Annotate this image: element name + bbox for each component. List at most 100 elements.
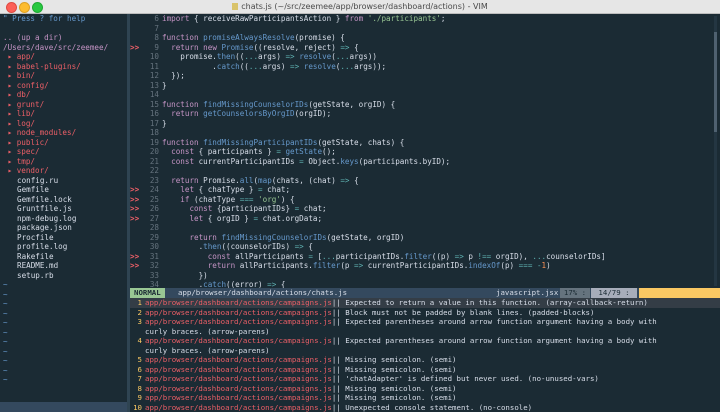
code-text[interactable]: return allParticipants.filter(p => curre… bbox=[162, 261, 551, 271]
file-icon bbox=[232, 3, 239, 10]
tree-file-item[interactable]: config.ru bbox=[0, 176, 127, 186]
line-number: 15 bbox=[149, 99, 159, 109]
tree-dir-label: vendor/ bbox=[16, 166, 49, 175]
code-text[interactable]: let { chatType } = chat; bbox=[162, 185, 290, 195]
tree-up-dir[interactable]: .. (up a dir) bbox=[0, 33, 127, 43]
code-text[interactable]: .then((counselorIDs) => { bbox=[162, 242, 313, 252]
code-line: 10 promise.then((...args) => resolve(...… bbox=[130, 52, 720, 62]
code-text[interactable]: return new Promise((resolve, reject) => … bbox=[162, 43, 359, 53]
tree-file-item[interactable]: npm-debug.log bbox=[0, 214, 127, 224]
loclist-entry[interactable]: 7 app/browser/dashboard/actions/campaigns… bbox=[130, 374, 720, 384]
tree-dir-label: config/ bbox=[16, 80, 49, 90]
code-line: 16 return getCounselorsByOrgID(orgID); bbox=[130, 109, 720, 119]
tree-dir-item[interactable]: ▸ lib/ bbox=[0, 109, 127, 119]
code-text[interactable]: return findMissingCounselorIDs(getState,… bbox=[162, 233, 404, 243]
loclist-separator: || bbox=[331, 383, 346, 393]
code-text[interactable]: import { receiveRawParticipantsAction } … bbox=[162, 14, 446, 24]
code-line: 19 function findMissingParticipantIDs(get… bbox=[130, 138, 720, 148]
code-text[interactable]: const {participantIDs} = chat; bbox=[162, 204, 326, 214]
code-text[interactable]: .catch((error) => { bbox=[162, 280, 286, 288]
code-text[interactable]: promise.then((...args) => resolve(...arg… bbox=[162, 52, 377, 62]
tree-dir-item[interactable]: ▸ app/ bbox=[0, 52, 127, 62]
tree-file-item[interactable]: Rakefile bbox=[0, 252, 127, 262]
loclist-continuation: curly braces. (arrow-parens) bbox=[145, 345, 270, 355]
loclist-number: 9 bbox=[137, 393, 142, 402]
code-text[interactable]: } bbox=[162, 119, 167, 129]
tree-file-item[interactable]: Gemfile bbox=[0, 185, 127, 195]
tree-dir-label: node_modules/ bbox=[16, 128, 77, 137]
code-line: 29 return findMissingCounselorIDs(getSta… bbox=[130, 233, 720, 243]
loclist-number: 3 bbox=[137, 317, 142, 326]
tree-file-item[interactable]: package.json bbox=[0, 223, 127, 233]
loclist-path: app/browser/dashboard/actions/campaigns.… bbox=[145, 355, 332, 364]
tree-root-path[interactable]: /Users/dave/src/zeemee/ bbox=[0, 43, 127, 53]
tree-file-item[interactable]: Gruntfile.js bbox=[0, 204, 127, 214]
nerdtree-panel[interactable]: " Press ? for help .. (up a dir) /Users/… bbox=[0, 14, 127, 412]
line-number: 6 bbox=[154, 14, 159, 23]
tree-file-item[interactable]: setup.rb bbox=[0, 271, 127, 281]
folder-icon: ▸ bbox=[3, 128, 17, 137]
tree-dir-item[interactable]: ▸ vendor/ bbox=[0, 166, 127, 176]
code-text[interactable]: } bbox=[162, 81, 167, 91]
tree-dir-item[interactable]: ▸ log/ bbox=[0, 119, 127, 129]
tree-file-list: config.ru Gemfile Gemfile.lock Gruntfile.js… bbox=[0, 176, 127, 281]
tree-dir-item[interactable]: ▸ config/ bbox=[0, 81, 127, 91]
location-list[interactable]: 1 app/browser/dashboard/actions/campaigns… bbox=[130, 298, 720, 412]
loclist-message: Expected to return a value in this funct… bbox=[345, 298, 648, 307]
loclist-entry[interactable]: 9 app/browser/dashboard/actions/campaigns… bbox=[130, 393, 720, 403]
code-text[interactable]: }) bbox=[162, 271, 208, 281]
loclist-separator: || bbox=[331, 393, 346, 402]
tree-file-item[interactable]: README.md bbox=[0, 261, 127, 271]
code-text[interactable]: return getCounselorsByOrgID(orgID); bbox=[162, 109, 331, 119]
code-text[interactable]: function promiseAlwaysResolve(promise) { bbox=[162, 33, 345, 43]
code-text[interactable]: const { participants } = getState(); bbox=[162, 147, 336, 157]
tree-dir-item[interactable]: ▸ db/ bbox=[0, 90, 127, 100]
tree-dir-label: app/ bbox=[16, 52, 36, 61]
code-editor[interactable]: 6 import { receiveRawParticipantsAction }… bbox=[130, 14, 720, 288]
tree-dir-item[interactable]: ▸ spec/ bbox=[0, 147, 127, 157]
tree-tilde: ~ bbox=[3, 337, 8, 346]
code-line: 6 import { receiveRawParticipantsAction }… bbox=[130, 14, 720, 24]
loclist-entry[interactable]: 8 app/browser/dashboard/actions/campaigns… bbox=[130, 384, 720, 394]
tree-dir-label: babel-plugins/ bbox=[16, 61, 81, 71]
code-line: >> 25 if (chatType === 'org') { bbox=[130, 195, 720, 205]
tree-file-item[interactable]: Gemfile.lock bbox=[0, 195, 127, 205]
code-line: 14 bbox=[130, 90, 720, 100]
loclist-entry[interactable]: 5 app/browser/dashboard/actions/campaigns… bbox=[130, 355, 720, 365]
code-text[interactable]: }); bbox=[162, 71, 185, 81]
loclist-entry[interactable]: 10 app/browser/dashboard/actions/campaign… bbox=[130, 403, 720, 412]
code-text[interactable]: .catch((...args) => resolve(...args)); bbox=[162, 62, 386, 72]
tree-file-item[interactable]: Procfile bbox=[0, 233, 127, 243]
tree-file-item[interactable]: profile.log bbox=[0, 242, 127, 252]
loclist-entry[interactable]: 4 app/browser/dashboard/actions/campaigns… bbox=[130, 336, 720, 346]
code-text[interactable]: const currentParticipantIDs = Object.key… bbox=[162, 157, 450, 167]
tree-dir-item[interactable]: ▸ babel-plugins/ bbox=[0, 62, 127, 72]
tree-dir-item[interactable]: ▸ tmp/ bbox=[0, 157, 127, 167]
loclist-entry[interactable]: 2 app/browser/dashboard/actions/campaigns… bbox=[130, 308, 720, 318]
code-line: 18 bbox=[130, 128, 720, 138]
code-text[interactable]: function findMissingCounselorIDs(getStat… bbox=[162, 100, 395, 110]
tree-tilde: ~ bbox=[3, 346, 8, 356]
tree-dir-item[interactable]: ▸ grunt/ bbox=[0, 100, 127, 110]
code-text[interactable]: return Promise.all(map(chats, (chat) => … bbox=[162, 176, 359, 186]
code-line: 20 const { participants } = getState(); bbox=[130, 147, 720, 157]
tree-dir-item[interactable]: ▸ public/ bbox=[0, 138, 127, 148]
code-text[interactable]: let { orgID } = chat.orgData; bbox=[162, 214, 322, 224]
tree-dir-item[interactable]: ▸ bin/ bbox=[0, 71, 127, 81]
status-filetype: javascript.jsx bbox=[496, 288, 559, 297]
code-text[interactable]: if (chatType === 'org') { bbox=[162, 195, 294, 205]
loclist-number: 8 bbox=[137, 383, 142, 393]
loclist-entry[interactable]: 6 app/browser/dashboard/actions/campaigns… bbox=[130, 365, 720, 375]
tree-dir-item[interactable]: ▸ node_modules/ bbox=[0, 128, 127, 138]
loclist-entry[interactable]: 1 app/browser/dashboard/actions/campaigns… bbox=[130, 298, 720, 308]
code-text[interactable]: function findMissingParticipantIDs(getSt… bbox=[162, 138, 404, 148]
loclist-message: Missing semicolon. (semi) bbox=[345, 383, 457, 393]
code-text[interactable]: const allParticipants = [...participantI… bbox=[162, 252, 606, 262]
code-line: 17} bbox=[130, 119, 720, 129]
scrollbar-thumb[interactable] bbox=[714, 32, 717, 132]
loclist-separator: || bbox=[331, 298, 346, 307]
status-percent: 17% : bbox=[560, 288, 590, 298]
folder-icon: ▸ bbox=[3, 147, 17, 156]
loclist-entry[interactable]: 3 app/browser/dashboard/actions/campaigns… bbox=[130, 317, 720, 327]
tree-tilde: ~ bbox=[3, 308, 8, 318]
